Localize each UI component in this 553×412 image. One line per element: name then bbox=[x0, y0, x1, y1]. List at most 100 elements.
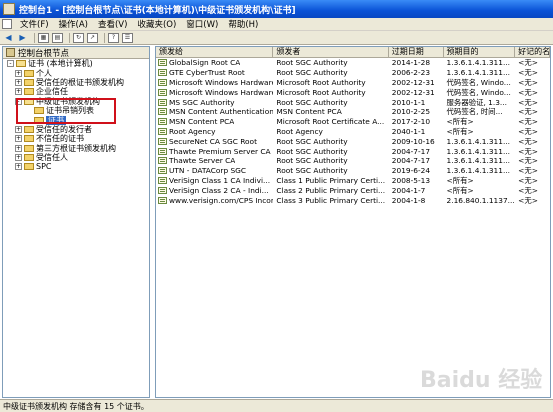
table-row[interactable]: Thawte Premium Server CA Root SGC Authori… bbox=[156, 146, 550, 156]
column-purposes[interactable]: 预期目的 bbox=[444, 47, 516, 57]
help-icon[interactable]: ? bbox=[108, 32, 119, 43]
menu-view[interactable]: 查看(V) bbox=[93, 18, 132, 30]
menu-window[interactable]: 窗口(W) bbox=[181, 18, 223, 30]
tree-item[interactable]: + SPC bbox=[3, 162, 149, 171]
tree-item-label: 企业信任 bbox=[36, 87, 68, 97]
expand-icon[interactable]: + bbox=[15, 78, 22, 86]
tree-item[interactable]: - 中级证书颁发机构 bbox=[3, 97, 149, 106]
certificate-icon bbox=[158, 108, 167, 116]
cell-friendly-name: <无> bbox=[518, 97, 538, 107]
cert-name: Microsoft Windows Hardware... bbox=[169, 87, 274, 97]
collapse-icon[interactable]: - bbox=[7, 60, 14, 68]
cell-issued-by: Microsoft Root Certificate A... bbox=[276, 117, 385, 127]
cell-purposes: 服务器验证, 1.3... bbox=[446, 97, 507, 107]
table-row[interactable]: UTN - DATACorp SGC Root SGC Authority 2019… bbox=[156, 166, 550, 176]
tree-item[interactable]: 证书吊销列表 bbox=[3, 106, 149, 115]
cell-expiration: 2010-1-1 bbox=[391, 97, 426, 107]
cell-friendly-name: <无> bbox=[518, 68, 538, 78]
back-arrow-icon[interactable]: ◀ bbox=[3, 33, 14, 43]
folder-icon bbox=[24, 163, 34, 171]
certificate-icon bbox=[158, 176, 167, 184]
column-issued-to[interactable]: 颁发给 bbox=[156, 47, 274, 57]
table-row[interactable]: MS SGC Authority Root SGC Authority 2010-1… bbox=[156, 97, 550, 107]
cell-issued-by: Class 2 Public Primary Certi... bbox=[276, 185, 386, 195]
cell-issued-by: Microsoft Root Authority bbox=[276, 87, 366, 97]
expand-icon[interactable]: + bbox=[15, 144, 22, 152]
tree-item[interactable]: + 受信任的发行者 bbox=[3, 125, 149, 134]
properties-icon[interactable]: ▤ bbox=[52, 32, 63, 43]
cert-name: GlobalSign Root CA bbox=[169, 58, 241, 68]
show-tree-icon[interactable]: ▦ bbox=[38, 32, 49, 43]
table-row[interactable]: VeriSign Class 1 CA Indivi... Class 1 Pub… bbox=[156, 176, 550, 186]
folder-icon bbox=[24, 154, 34, 162]
expand-icon[interactable]: + bbox=[15, 154, 22, 162]
refresh-icon[interactable]: ↻ bbox=[73, 32, 84, 43]
tree-item-label: SPC bbox=[36, 162, 52, 172]
table-row[interactable]: Root Agency Root Agency 2040-1-1 <所有> <无> bbox=[156, 127, 550, 137]
cert-name: MS SGC Authority bbox=[169, 97, 235, 107]
table-row[interactable]: GlobalSign Root CA Root SGC Authority 2014… bbox=[156, 58, 550, 68]
cell-issued-by: Root Agency bbox=[276, 126, 323, 136]
cert-name: Root Agency bbox=[169, 126, 216, 136]
export-list-icon[interactable]: ↗ bbox=[87, 32, 98, 43]
toolbar: ◀ ▶ ▦ ▤ ↻ ↗ ? ☰ bbox=[0, 31, 553, 45]
certificate-icon bbox=[158, 59, 167, 67]
table-row[interactable]: MSN Content Authentication CAMSN Content… bbox=[156, 107, 550, 117]
cell-issued-to: VeriSign Class 2 CA - Indi... bbox=[156, 186, 273, 195]
menu-help[interactable]: 帮助(H) bbox=[223, 18, 263, 30]
tree-root[interactable]: 控制台根节点 bbox=[3, 47, 149, 59]
tree-item[interactable]: + 个人 bbox=[3, 68, 149, 78]
tree-root-label: 控制台根节点 bbox=[18, 48, 70, 59]
tree-item[interactable]: + 受信任人 bbox=[3, 153, 149, 162]
forward-arrow-icon[interactable]: ▶ bbox=[17, 33, 28, 43]
column-expiration[interactable]: 过期日期 bbox=[389, 47, 444, 57]
expand-icon[interactable]: + bbox=[15, 88, 22, 96]
cert-name: www.verisign.com/CPS Incor... bbox=[169, 195, 274, 205]
certificate-icon bbox=[158, 69, 167, 77]
cert-name: VeriSign Class 2 CA - Indi... bbox=[169, 185, 269, 195]
certificate-icon bbox=[158, 186, 167, 194]
collapse-icon[interactable]: - bbox=[15, 97, 22, 105]
tree-item[interactable]: - 证书 (本地计算机) bbox=[3, 59, 149, 68]
tree-item[interactable]: + 第三方根证书颁发机构 bbox=[3, 144, 149, 153]
cell-friendly-name: <无> bbox=[518, 107, 538, 117]
tree-item[interactable]: 证书 bbox=[3, 115, 149, 125]
view-list-icon[interactable]: ☰ bbox=[122, 32, 133, 43]
column-friendly-name[interactable]: 好记的名称 bbox=[515, 47, 550, 57]
table-row[interactable]: VeriSign Class 2 CA - Indi... Class 2 Pub… bbox=[156, 185, 550, 195]
tree-item-label: 证书吊销列表 bbox=[46, 106, 94, 116]
column-issued-by[interactable]: 颁发者 bbox=[273, 47, 389, 57]
certificate-icon bbox=[158, 137, 167, 145]
table-row[interactable]: Microsoft Windows Hardware... Microsoft R… bbox=[156, 78, 550, 88]
expand-icon[interactable]: + bbox=[15, 125, 22, 133]
table-row[interactable]: www.verisign.com/CPS Incor... Class 3 Pub… bbox=[156, 195, 550, 205]
table-row[interactable]: SecureNet CA SGC Root Root SGC Authority 2… bbox=[156, 136, 550, 146]
tree-item-label: 不信任的证书 bbox=[36, 134, 84, 144]
expand-icon[interactable]: + bbox=[15, 69, 22, 77]
tree-item[interactable]: + 不信任的证书 bbox=[3, 134, 149, 143]
menu-favorites[interactable]: 收藏夹(O) bbox=[132, 18, 181, 30]
tree-item[interactable]: + 企业信任 bbox=[3, 87, 149, 96]
cell-expiration: 2004-7-17 bbox=[391, 146, 431, 156]
cell-expiration: 2017-2-10 bbox=[391, 117, 431, 127]
cell-expiration: 2004-1-8 bbox=[391, 195, 426, 205]
status-text: 中级证书颁发机构 存储含有 15 个证书。 bbox=[3, 401, 149, 411]
table-row[interactable]: GTE CyberTrust Root Root SGC Authority 200… bbox=[156, 68, 550, 78]
table-row[interactable]: Thawte Server CA Root SGC Authority 2004-7… bbox=[156, 156, 550, 166]
cell-purposes: 1.3.6.1.4.1.311... bbox=[446, 166, 510, 176]
document-icon bbox=[2, 19, 12, 29]
cell-issued-to: MSN Content Authentication CA bbox=[156, 107, 273, 116]
cert-name: Microsoft Windows Hardware... bbox=[169, 77, 274, 87]
table-row[interactable]: MSN Content PCA Microsoft Root Certificat… bbox=[156, 117, 550, 127]
menu-file[interactable]: 文件(F) bbox=[15, 18, 54, 30]
certificate-icon bbox=[158, 196, 167, 204]
folder-icon bbox=[24, 88, 34, 96]
cell-expiration: 2004-1-7 bbox=[391, 185, 426, 195]
tree-item[interactable]: + 受信任的根证书颁发机构 bbox=[3, 78, 149, 87]
cell-issued-to: Root Agency bbox=[156, 127, 273, 136]
table-row[interactable]: Microsoft Windows Hardware... Microsoft R… bbox=[156, 87, 550, 97]
menu-action[interactable]: 操作(A) bbox=[54, 18, 93, 30]
expand-icon[interactable]: + bbox=[15, 135, 22, 143]
title-bar: 控制台1 - [控制台根节点\证书(本地计算机)\中级证书颁发机构\证书] bbox=[0, 0, 553, 18]
expand-icon[interactable]: + bbox=[15, 163, 22, 171]
